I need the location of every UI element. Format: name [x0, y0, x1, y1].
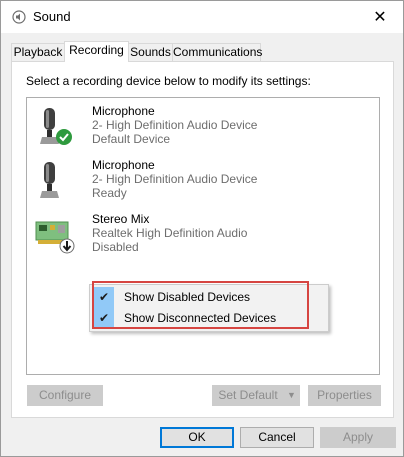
configure-button[interactable]: Configure [27, 385, 103, 406]
apply-button[interactable]: Apply [320, 427, 396, 448]
tab-recording[interactable]: Recording [64, 41, 129, 62]
set-default-dropdown[interactable]: ▼ [283, 385, 300, 406]
chevron-down-icon: ▼ [287, 390, 296, 400]
device-list[interactable]: Microphone 2- High Definition Audio Devi… [26, 97, 380, 375]
close-icon: ✕ [373, 9, 387, 26]
set-default-button[interactable]: Set Default [212, 385, 284, 406]
instruction-text: Select a recording device below to modif… [26, 74, 311, 88]
device-name: Microphone [92, 104, 155, 118]
device-status: Default Device [92, 132, 171, 146]
cancel-button[interactable]: Cancel [240, 427, 314, 448]
microphone-icon [40, 162, 59, 198]
ok-button[interactable]: OK [160, 427, 234, 448]
close-button[interactable]: ✕ [357, 1, 403, 33]
device-name: Microphone [92, 158, 155, 172]
tab-playback[interactable]: Playback [11, 43, 65, 61]
device-description: 2- High Definition Audio Device [92, 172, 258, 186]
properties-button[interactable]: Properties [308, 385, 381, 406]
red-highlight-box [92, 281, 309, 329]
default-check-badge [56, 129, 72, 145]
tab-sounds[interactable]: Sounds [128, 43, 173, 61]
microphone-icon [40, 108, 72, 145]
device-item-microphone-default[interactable]: Microphone 2- High Definition Audio Devi… [27, 100, 379, 150]
device-status: Disabled [92, 240, 139, 254]
title-bar: Sound ✕ [1, 1, 403, 33]
speaker-icon [12, 10, 26, 24]
sound-card-icon [35, 221, 75, 254]
device-status: Ready [92, 186, 127, 200]
recording-panel: Select a recording device below to modif… [11, 61, 394, 418]
sound-dialog: Sound ✕ Playback Recording Sounds Commun… [0, 0, 404, 457]
device-item-microphone-ready[interactable]: Microphone 2- High Definition Audio Devi… [27, 154, 379, 204]
device-item-stereo-mix[interactable]: Stereo Mix Realtek High Definition Audio… [27, 208, 379, 258]
device-name: Stereo Mix [92, 212, 150, 226]
tab-communications[interactable]: Communications [172, 43, 262, 61]
device-description: Realtek High Definition Audio [92, 226, 248, 240]
window-title: Sound [33, 9, 71, 24]
device-description: 2- High Definition Audio Device [92, 118, 258, 132]
